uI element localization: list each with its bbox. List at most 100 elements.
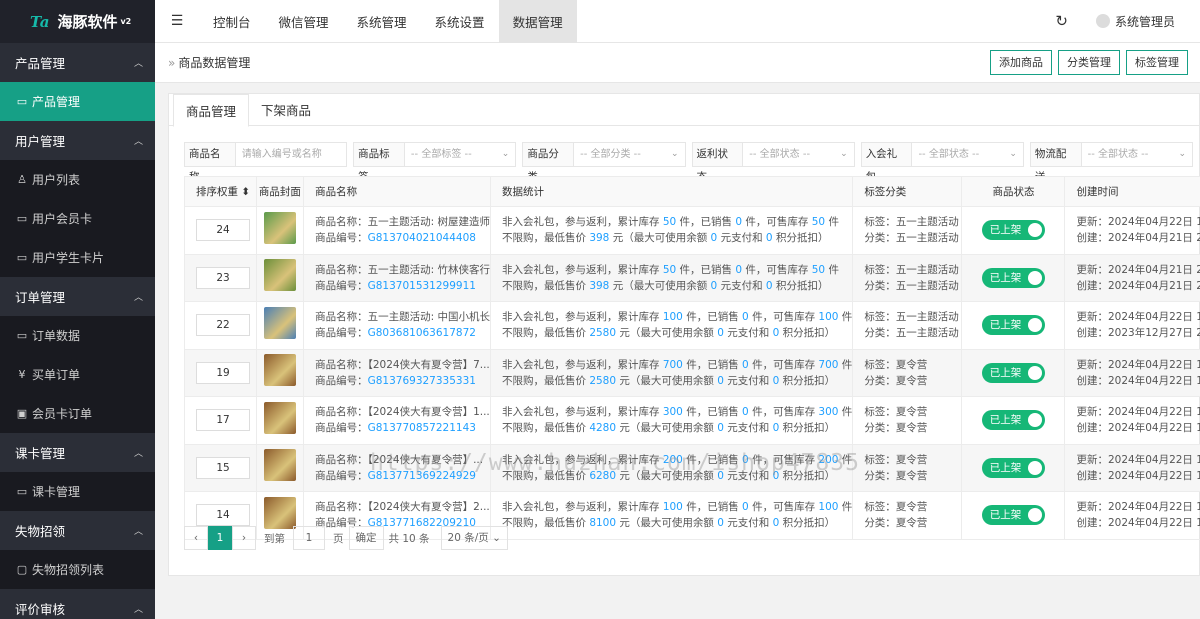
status-toggle[interactable]: 已上架 <box>981 505 1046 526</box>
updated-value: 2024年04月22日 1 <box>1107 406 1200 419</box>
stats-text: 元（最大可使用余额 <box>609 232 711 245</box>
avatar[interactable] <box>1095 14 1110 28</box>
sort-weight-input[interactable]: 24 <box>196 219 250 242</box>
stats-text: 元支付和 <box>723 422 773 435</box>
next-page-button[interactable]: › <box>232 526 256 550</box>
sort-icon[interactable]: ⬍ <box>238 186 250 198</box>
cover-cell <box>255 206 305 255</box>
sidebar-item[interactable]: ▭ 产品管理 <box>0 82 155 121</box>
product-name-line: 商品名称：五一主题活动: 中国小机长 <box>315 309 489 325</box>
filter-input[interactable]: -- 全部标签 -- ⌄ <box>404 142 517 167</box>
stats-text: 非入会礼包，参与返利，累计库存 <box>501 358 663 371</box>
tab[interactable]: 下架商品 <box>249 94 323 125</box>
status-label: 已上架 <box>989 224 1022 237</box>
top-nav-item[interactable]: 控制台 <box>199 0 265 43</box>
top-nav-item[interactable]: 系统管理 <box>343 0 421 43</box>
created-line: 创建：2024年04月21日 2 <box>1076 278 1200 294</box>
product-code[interactable]: G813770857221143 <box>368 422 476 434</box>
stats-text: 不限购，最低售价 <box>501 374 590 387</box>
page-size-select[interactable]: 20 条/页 ⌄ <box>440 526 508 550</box>
product-cover-image[interactable] <box>263 259 296 292</box>
filter-field: 物流配送 -- 全部状态 -- ⌄ <box>1029 142 1194 183</box>
column-header: 商品封面 <box>255 176 305 207</box>
product-cover-image[interactable] <box>263 306 296 339</box>
goto-page-input[interactable]: 1 <box>293 526 325 550</box>
stats-text: 元（最大可使用余额 <box>616 374 718 387</box>
filter-input[interactable]: -- 全部状态 -- ⌄ <box>743 142 855 167</box>
refresh-icon[interactable]: ↻ <box>1055 12 1068 30</box>
stats-text: 件 <box>838 311 853 324</box>
sort-weight-input[interactable]: 23 <box>196 266 250 289</box>
sidebar-item[interactable]: ▭ 用户会员卡 <box>0 199 155 238</box>
product-cover-image[interactable] <box>263 496 296 529</box>
filter-input[interactable]: -- 全部状态 -- ⌄ <box>912 142 1024 167</box>
status-toggle[interactable]: 已上架 <box>981 410 1046 431</box>
sidebar-item[interactable]: ¥ 买单订单 <box>0 355 155 394</box>
product-code[interactable]: G813771369224929 <box>368 470 476 482</box>
status-toggle[interactable]: 已上架 <box>981 362 1046 383</box>
product-code[interactable]: G813701531299911 <box>368 280 476 292</box>
sold-value: 0 <box>742 501 749 514</box>
product-cover-image[interactable] <box>263 401 296 434</box>
filter-input[interactable]: 请输入编号或名称 <box>235 142 348 167</box>
filter-input[interactable]: -- 全部状态 -- ⌄ <box>1081 142 1194 167</box>
stats-text: 元支付和 <box>717 232 766 245</box>
stats-text: 非入会礼包，参与返利，累计库存 <box>501 406 663 419</box>
stats-text: 件，已销售 <box>682 453 743 466</box>
toggle-knob <box>1028 460 1043 475</box>
sort-weight-input[interactable]: 14 <box>196 504 250 527</box>
current-page-button[interactable]: 1 <box>208 526 232 550</box>
sidebar-item[interactable]: ▢ 失物招领列表 <box>0 550 155 589</box>
stats-text: 元支付和 <box>717 279 766 292</box>
product-cover-image[interactable] <box>263 354 296 387</box>
created-prefix: 创建： <box>1076 517 1108 530</box>
sidebar-item-label: 用户列表 <box>32 173 81 187</box>
page-action-button[interactable]: 分类管理 <box>1058 50 1120 75</box>
product-cover-image[interactable] <box>263 449 296 482</box>
stats-cell: 非入会礼包，参与返利，累计库存 300 件，已销售 0 件，可售库存 300 件… <box>489 396 854 445</box>
user-name[interactable]: 系统管理员 <box>1115 13 1175 30</box>
product-code[interactable]: G813769327335331 <box>368 375 476 387</box>
sort-weight-input[interactable]: 17 <box>196 409 250 432</box>
status-toggle[interactable]: 已上架 <box>981 220 1046 241</box>
sidebar-group[interactable]: 课卡管理 ︿ <box>0 433 155 472</box>
filter-input[interactable]: -- 全部分类 -- ⌄ <box>574 142 686 167</box>
status-toggle[interactable]: 已上架 <box>981 315 1046 336</box>
status-toggle[interactable]: 已上架 <box>981 457 1046 478</box>
page-action-button[interactable]: 添加商品 <box>990 50 1052 75</box>
tab[interactable]: 商品管理 <box>173 94 250 127</box>
sidebar-group[interactable]: 产品管理 ︿ <box>0 43 155 82</box>
sort-weight-input[interactable]: 19 <box>196 361 250 384</box>
top-nav-item[interactable]: 数据管理 <box>498 0 577 43</box>
sort-weight-input[interactable]: 15 <box>196 456 250 479</box>
sidebar-item[interactable]: ▭ 订单数据 <box>0 316 155 355</box>
updated-prefix: 更新： <box>1076 358 1108 371</box>
sidebar-group[interactable]: 订单管理 ︿ <box>0 277 155 316</box>
stats-text: 不限购，最低售价 <box>501 422 590 435</box>
product-code[interactable]: G803681063617872 <box>368 327 476 339</box>
menu-toggle-icon[interactable]: ☰ <box>155 13 199 29</box>
sidebar-item[interactable]: ♙ 用户列表 <box>0 160 155 199</box>
top-nav-item[interactable]: 系统设置 <box>421 0 499 43</box>
sidebar-item[interactable]: ▣ 会员卡订单 <box>0 394 155 433</box>
column-header[interactable]: 排序权重 ⬍ <box>184 176 257 207</box>
goto-confirm-button[interactable]: 确定 <box>348 526 384 550</box>
sidebar-group[interactable]: 评价审核 ︿ <box>0 589 155 619</box>
sort-cell: 24 <box>184 206 257 255</box>
sidebar-item[interactable]: ▭ 用户学生卡片 <box>0 238 155 277</box>
sidebar-item[interactable]: ▭ 课卡管理 <box>0 472 155 511</box>
stats-text: 件 <box>838 358 853 371</box>
status-cell: 已上架 <box>961 301 1066 350</box>
top-nav-item[interactable]: 微信管理 <box>265 0 343 43</box>
stats-text: 件，已销售 <box>682 311 743 324</box>
sidebar: Ta 海豚软件 v2 产品管理 ︿ ▭ 产品管理 用户管理 ︿ ♙ 用户列表 ▭ 用户会员卡 ▭ 用户学生… <box>0 0 155 619</box>
balance-value: 0 <box>717 422 724 435</box>
product-cover-image[interactable] <box>263 211 296 244</box>
prev-page-button[interactable]: ‹ <box>184 526 208 550</box>
sidebar-group[interactable]: 用户管理 ︿ <box>0 121 155 160</box>
sort-weight-input[interactable]: 22 <box>196 314 250 337</box>
page-action-button[interactable]: 标签管理 <box>1126 50 1188 75</box>
product-code[interactable]: G813704021044408 <box>368 232 476 244</box>
status-toggle[interactable]: 已上架 <box>981 267 1046 288</box>
sidebar-group[interactable]: 失物招领 ︿ <box>0 511 155 550</box>
